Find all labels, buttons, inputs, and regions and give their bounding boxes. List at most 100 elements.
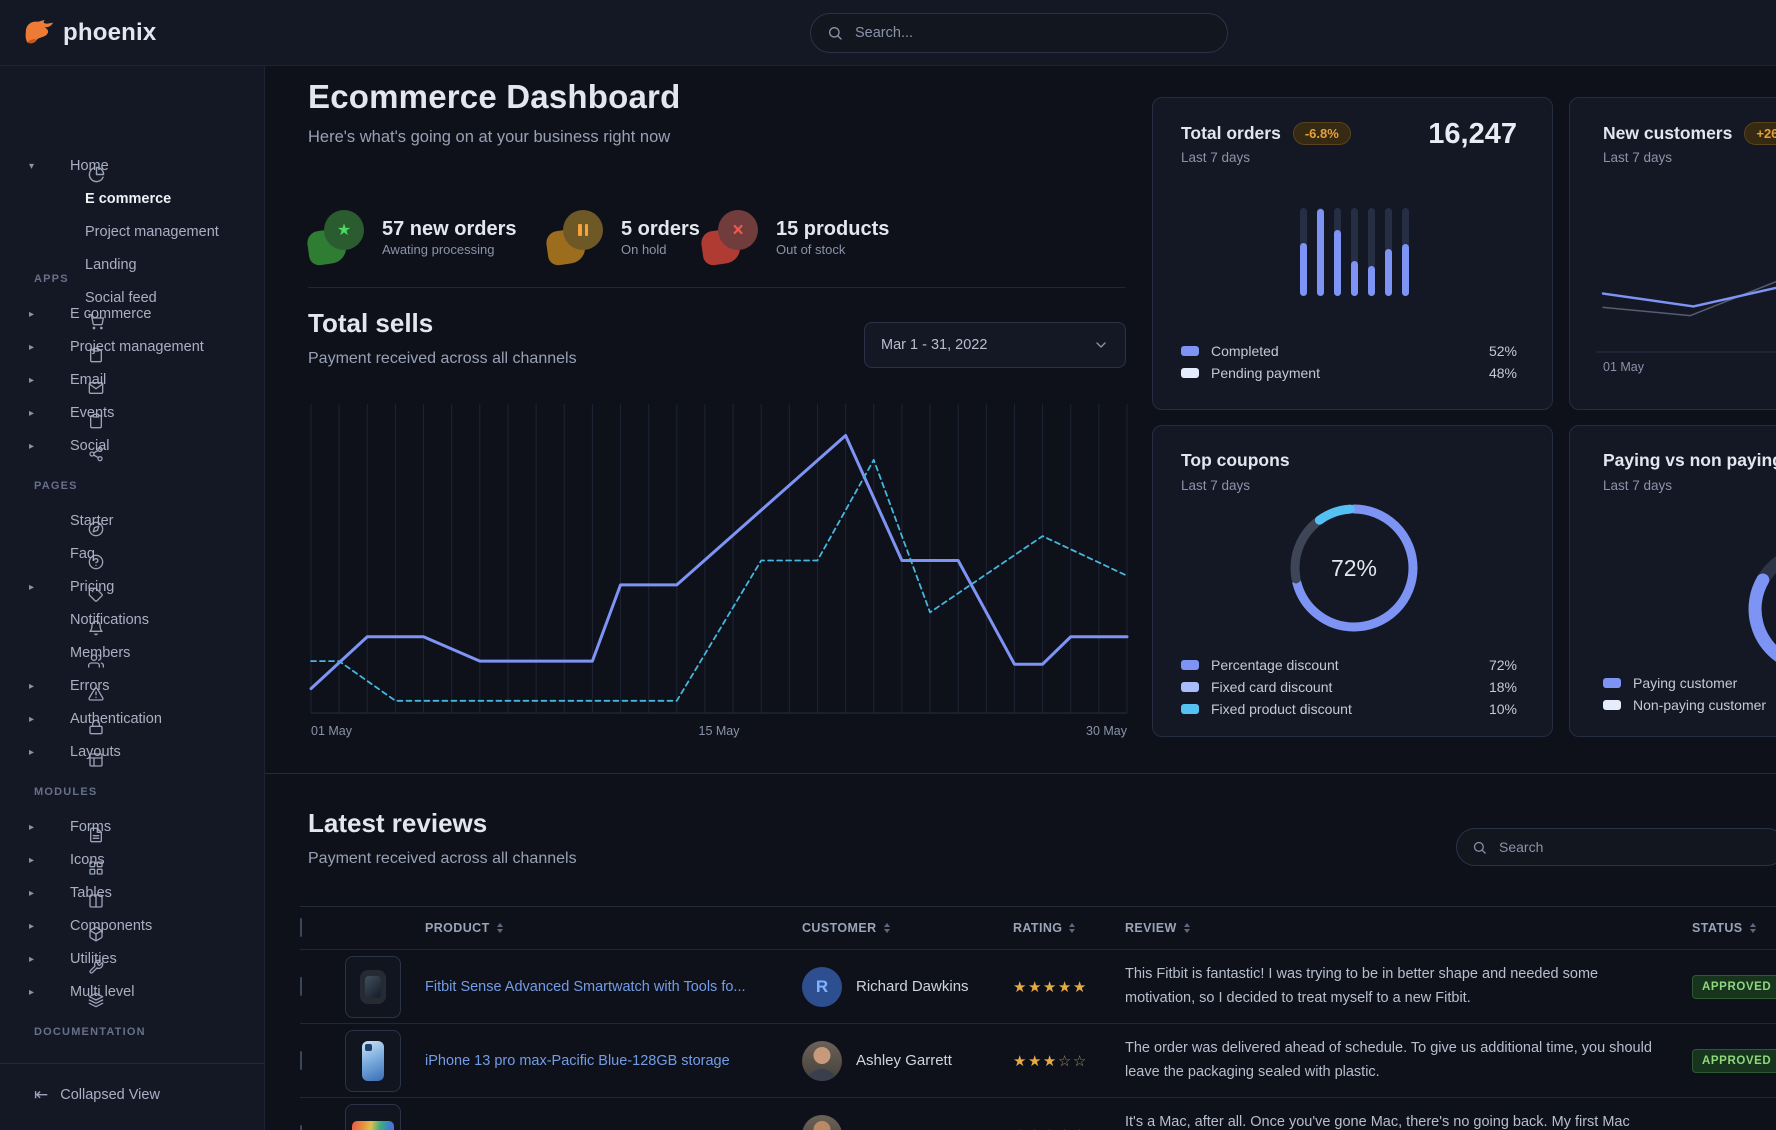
card-period: Last 7 days: [1181, 478, 1250, 493]
sidebar-item-starter[interactable]: Starter: [0, 507, 264, 535]
order-bar: [1368, 208, 1375, 296]
order-bar: [1402, 208, 1409, 296]
search-icon: [827, 25, 843, 41]
stat-out-of-stock: ×15 productsOut of stock: [702, 206, 889, 268]
product-link[interactable]: iPhone 13 pro max-Pacific Blue-128GB sto…: [425, 1053, 730, 1069]
rating-stars: ☆☆☆☆☆: [1013, 1126, 1125, 1130]
caret-right-icon: ▸: [29, 441, 41, 452]
sidebar-group-label: PAGES: [34, 480, 78, 492]
new-customers-card: New customers +26.5% Last 7 days 01 May: [1569, 97, 1776, 410]
reviews-search-input[interactable]: [1497, 838, 1770, 856]
sidebar-item-email[interactable]: ▸Email: [0, 366, 264, 394]
top-navbar: phoenix: [0, 0, 1776, 66]
sidebar-item-utilities[interactable]: ▸Utilities: [0, 945, 264, 973]
caret-right-icon: ▸: [29, 309, 41, 320]
collapse-view-label: Collapsed View: [60, 1087, 160, 1103]
chevron-down-icon: [1093, 337, 1109, 353]
product-thumbnail: [345, 956, 401, 1018]
sort-icon: [1184, 923, 1190, 933]
search-icon: [827, 25, 843, 41]
svg-text:30 May: 30 May: [1086, 724, 1128, 738]
sidebar-item-project-management[interactable]: ▸Project management: [0, 333, 264, 361]
table-row: iPhone 13 pro max-Pacific Blue-128GB sto…: [300, 1024, 1776, 1098]
caret-right-icon: ▸: [29, 855, 41, 866]
delta-badge: +26.5%: [1744, 122, 1776, 145]
caret-right-icon: ▸: [29, 408, 41, 419]
review-text: It's a Mac, after all. Once you've gone …: [1125, 1111, 1692, 1130]
product-link[interactable]: Fitbit Sense Advanced Smartwatch with To…: [425, 979, 746, 995]
total-sells-chart: 01 May15 May30 May: [295, 396, 1145, 741]
sidebar-item-errors[interactable]: ▸Errors: [0, 672, 264, 700]
sort-icon: [1750, 923, 1756, 933]
pause-icon: [578, 224, 588, 236]
caret-right-icon: ▸: [29, 681, 41, 692]
card-period: Last 7 days: [1181, 150, 1250, 165]
global-search[interactable]: [810, 13, 1228, 53]
sidebar-item-tables[interactable]: ▸Tables: [0, 879, 264, 907]
rating-stars: ★★★★★: [1013, 978, 1125, 996]
reviews-search[interactable]: [1456, 828, 1776, 866]
legend-item: Fixed card discount18%: [1181, 676, 1517, 698]
svg-text:01 May: 01 May: [1603, 360, 1645, 374]
column-header-status[interactable]: STATUS: [1692, 921, 1776, 935]
top-coupons-donut: 72%: [1279, 493, 1429, 643]
caret-right-icon: ▸: [29, 921, 41, 932]
row-checkbox[interactable]: [300, 1125, 302, 1130]
column-header-product[interactable]: PRODUCT: [425, 921, 802, 935]
sidebar-item-forms[interactable]: ▸Forms: [0, 813, 264, 841]
phoenix-logo-icon: [24, 19, 54, 46]
customer-name: Richard Dawkins: [856, 978, 969, 995]
column-header-rating[interactable]: RATING: [1013, 921, 1125, 935]
caret-right-icon: ▸: [29, 582, 41, 593]
card-period: Last 7 days: [1603, 150, 1672, 165]
legend-swatch: [1181, 682, 1199, 692]
stat-awating-processing: ★57 new ordersAwating processing: [308, 206, 517, 268]
legend-item: Percentage discount72%: [1181, 654, 1517, 676]
chevron-down-icon: [1093, 337, 1109, 353]
column-header-review[interactable]: REVIEW: [1125, 921, 1692, 935]
brand-name: phoenix: [63, 19, 156, 47]
sidebar-item-authentication[interactable]: ▸Authentication: [0, 705, 264, 733]
caret-down-icon: ▾: [29, 161, 41, 172]
sidebar-item-e-commerce[interactable]: ▸E commerce: [0, 300, 264, 328]
sidebar-subitem-project-management[interactable]: Project management: [85, 219, 219, 245]
date-range-select[interactable]: Mar 1 - 31, 2022: [864, 322, 1126, 368]
column-header-customer[interactable]: CUSTOMER: [802, 921, 1013, 935]
sort-icon: [884, 923, 890, 933]
sidebar-item-multi-level[interactable]: ▸Multi level: [0, 978, 264, 1006]
sidebar-subitem-e-commerce[interactable]: E commerce: [85, 186, 171, 212]
legend-item: Pending payment48%: [1181, 362, 1517, 384]
sidebar-subitem-landing[interactable]: Landing: [85, 252, 137, 278]
sidebar-item-events[interactable]: ▸Events: [0, 399, 264, 427]
search-icon: [1472, 840, 1487, 855]
legend-swatch: [1181, 346, 1199, 356]
caret-right-icon: ▸: [29, 714, 41, 725]
x-icon: ×: [732, 221, 743, 240]
sidebar-item-notifications[interactable]: Notifications: [0, 606, 264, 634]
brand[interactable]: phoenix: [24, 19, 156, 47]
sidebar-item-layouts[interactable]: ▸Layouts: [0, 738, 264, 766]
section-divider: [308, 287, 1125, 288]
paying-card: Paying vs non paying Last 7 days Paying …: [1569, 425, 1776, 737]
customer-name: Ashley Garrett: [856, 1052, 952, 1069]
select-all-checkbox[interactable]: [300, 918, 302, 937]
order-bar: [1351, 208, 1358, 296]
sidebar-item-pricing[interactable]: ▸Pricing: [0, 573, 264, 601]
sidebar: ▾Home E commerce Project management Landing…: [0, 66, 265, 1130]
table-row: ☆☆☆☆☆It's a Mac, after all. Once you've …: [300, 1098, 1776, 1130]
legend-item: Non-paying customer: [1603, 694, 1776, 716]
sidebar-item-icons[interactable]: ▸Icons: [0, 846, 264, 874]
avatar: [802, 1115, 842, 1130]
legend-swatch: [1181, 704, 1199, 714]
caret-right-icon: ▸: [29, 747, 41, 758]
sidebar-item-social[interactable]: ▸Social: [0, 432, 264, 460]
sidebar-item-components[interactable]: ▸Components: [0, 912, 264, 940]
row-checkbox[interactable]: [300, 1051, 302, 1070]
order-bar: [1317, 208, 1324, 296]
global-search-input[interactable]: [853, 24, 1211, 42]
collapse-view-button[interactable]: ⇤ Collapsed View: [28, 1084, 166, 1106]
row-checkbox[interactable]: [300, 977, 302, 996]
sidebar-item-members[interactable]: Members: [0, 639, 264, 667]
sidebar-item-faq[interactable]: Faq: [0, 540, 264, 568]
sidebar-item-home[interactable]: ▾Home: [0, 152, 264, 180]
